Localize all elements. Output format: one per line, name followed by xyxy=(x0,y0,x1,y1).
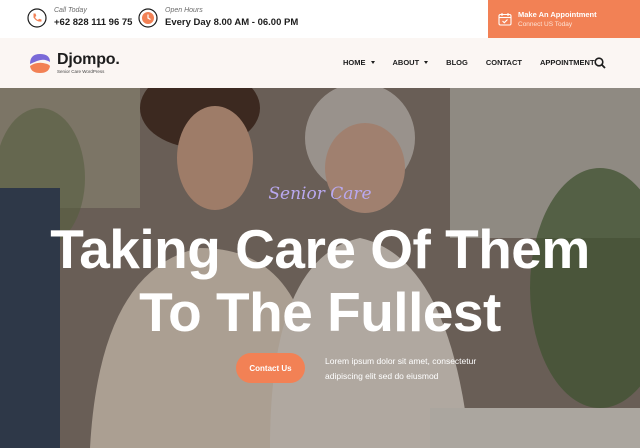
chevron-down-icon xyxy=(370,61,375,64)
nav-item-appointment[interactable]: APPOINTMENT xyxy=(540,58,595,67)
logo-icon xyxy=(30,54,50,73)
appointment-title: Make An Appointment xyxy=(518,9,597,19)
phone-icon xyxy=(27,7,47,28)
nav-item-blog-label: BLOG xyxy=(446,58,468,67)
make-appointment-button[interactable]: Make An Appointment Connect US Today xyxy=(488,0,640,38)
nav-item-home[interactable]: HOME xyxy=(343,58,375,67)
logo-name: Djompo. xyxy=(57,51,120,68)
call-label: Call Today xyxy=(54,7,87,14)
nav-item-home-label: HOME xyxy=(343,58,366,67)
hours-label: Open Hours xyxy=(165,7,203,14)
call-info[interactable]: Call Today +62 828 111 96 75 xyxy=(27,6,132,29)
nav-item-appointment-label: APPOINTMENT xyxy=(539,58,595,67)
hours-info: Open Hours Every Day 8.00 AM - 06.00 PM xyxy=(138,6,298,29)
appointment-subtitle: Connect US Today xyxy=(518,20,573,28)
calendar-icon xyxy=(498,13,512,26)
nav-item-contact-label: CONTACT xyxy=(485,58,522,67)
nav-item-about[interactable]: ABOUT xyxy=(393,58,429,67)
contact-us-button[interactable]: Contact Us xyxy=(236,353,305,383)
hero-headline-line-2: To The Fullest xyxy=(139,281,501,343)
hero-subtitle: Senior Care xyxy=(268,184,372,204)
nav-item-contact[interactable]: CONTACT xyxy=(486,58,522,67)
clock-icon xyxy=(138,7,158,28)
hero-description: Lorem ipsum dolor sit amet, consectetur … xyxy=(325,356,477,381)
hero-section: Senior Care Taking Care Of Them To The F… xyxy=(0,88,640,448)
hours-value: Every Day 8.00 AM - 06.00 PM xyxy=(165,17,299,28)
nav-menu: HOME ABOUT BLOG CONTACT APPOINTMENT xyxy=(343,58,613,67)
hero-headline: Taking Care Of Them To The Fullest xyxy=(0,218,640,344)
hero-headline-line-1: Taking Care Of Them xyxy=(50,218,590,280)
nav-item-about-label: ABOUT xyxy=(392,58,420,67)
phone-number[interactable]: +62 828 111 96 75 xyxy=(54,16,132,29)
site-logo[interactable]: Djompo. Senior Care WordPress xyxy=(27,50,120,76)
chevron-down-icon xyxy=(424,61,429,64)
top-info-bar: Call Today +62 828 111 96 75 Open Hours … xyxy=(0,0,640,38)
main-navigation: Djompo. Senior Care WordPress HOME ABOUT… xyxy=(0,38,640,88)
nav-item-blog[interactable]: BLOG xyxy=(446,58,468,67)
logo-tagline: Senior Care WordPress xyxy=(57,69,105,74)
search-icon[interactable] xyxy=(594,57,606,69)
